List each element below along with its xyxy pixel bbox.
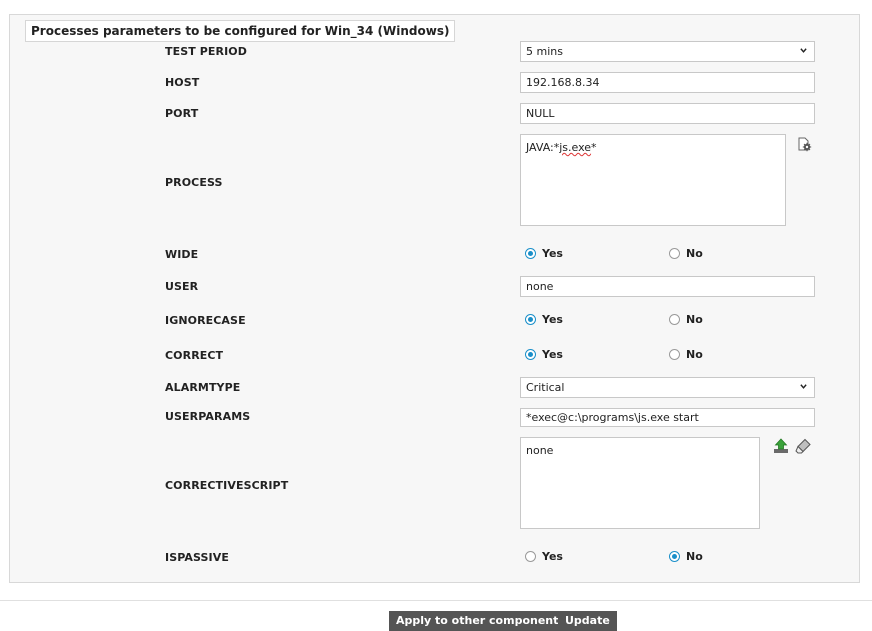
userparams-label: USERPARAMS — [165, 410, 251, 423]
update-button[interactable]: Update — [558, 611, 617, 631]
wide-label: WIDE — [165, 248, 199, 261]
ignorecase-no-radio[interactable]: No — [669, 313, 703, 326]
correct-yes-radio[interactable]: Yes — [525, 348, 563, 361]
ispassive-yes-radio[interactable]: Yes — [525, 550, 563, 563]
wide-no-label: No — [686, 247, 703, 260]
radio-selected-icon — [669, 551, 680, 562]
correctivescript-label: CORRECTIVESCRIPT — [165, 479, 289, 492]
ispassive-label: ISPASSIVE — [165, 551, 229, 564]
test-period-label: TEST PERIOD — [165, 45, 247, 58]
radio-unselected-icon — [669, 349, 680, 360]
wide-no-radio[interactable]: No — [669, 247, 703, 260]
userparams-input[interactable]: *exec@c:\programs\js.exe start — [520, 408, 815, 427]
radio-unselected-icon — [669, 248, 680, 259]
footer-divider — [0, 600, 872, 601]
process-value-suffix: * — [591, 141, 597, 154]
wide-yes-label: Yes — [542, 247, 563, 260]
radio-unselected-icon — [669, 314, 680, 325]
host-label: HOST — [165, 76, 200, 89]
port-input[interactable]: NULL — [520, 103, 815, 124]
radio-selected-icon — [525, 248, 536, 259]
process-value-spell: js.exe — [559, 141, 592, 154]
correctivescript-textarea[interactable]: none — [520, 437, 760, 529]
radio-selected-icon — [525, 314, 536, 325]
apply-to-other-components-button[interactable]: Apply to other components — [389, 611, 572, 631]
eraser-icon[interactable] — [795, 438, 811, 454]
ignorecase-yes-radio[interactable]: Yes — [525, 313, 563, 326]
correct-label: CORRECT — [165, 349, 224, 362]
upload-icon[interactable] — [773, 438, 789, 454]
ignorecase-yes-label: Yes — [542, 313, 563, 326]
alarmtype-label: ALARMTYPE — [165, 381, 241, 394]
wide-yes-radio[interactable]: Yes — [525, 247, 563, 260]
host-input[interactable]: 192.168.8.34 — [520, 72, 815, 93]
alarmtype-value: Critical — [526, 381, 565, 394]
chevron-down-icon — [800, 48, 807, 53]
process-label: PROCESS — [165, 176, 223, 189]
test-period-select[interactable]: 5 mins — [520, 41, 815, 62]
user-input[interactable]: none — [520, 276, 815, 297]
ispassive-yes-label: Yes — [542, 550, 563, 563]
ignorecase-label: IGNORECASE — [165, 314, 246, 327]
radio-unselected-icon — [525, 551, 536, 562]
panel-title: Processes parameters to be configured fo… — [25, 20, 456, 42]
correct-no-label: No — [686, 348, 703, 361]
test-period-value: 5 mins — [526, 45, 563, 58]
ispassive-no-label: No — [686, 550, 703, 563]
correct-yes-label: Yes — [542, 348, 563, 361]
user-label: USER — [165, 280, 199, 293]
process-value-prefix: JAVA:* — [526, 141, 560, 154]
port-label: PORT — [165, 107, 199, 120]
ispassive-no-radio[interactable]: No — [669, 550, 703, 563]
process-textarea[interactable]: JAVA:*js.exe* — [520, 134, 786, 226]
radio-selected-icon — [525, 349, 536, 360]
correct-no-radio[interactable]: No — [669, 348, 703, 361]
gear-document-icon[interactable] — [797, 137, 812, 152]
ignorecase-no-label: No — [686, 313, 703, 326]
chevron-down-icon — [800, 384, 807, 389]
alarmtype-select[interactable]: Critical — [520, 377, 815, 398]
